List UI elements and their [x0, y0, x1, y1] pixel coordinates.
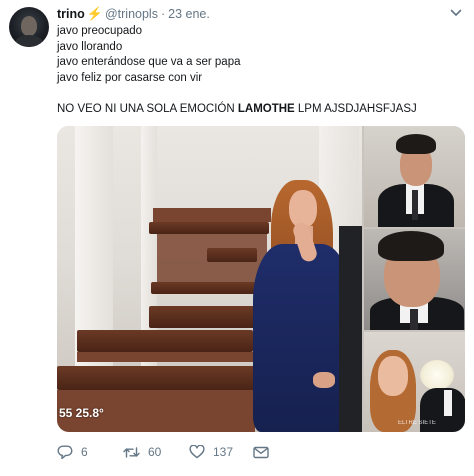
lightning-icon: ⚡	[86, 6, 103, 21]
photo-man-worried[interactable]	[364, 126, 465, 227]
separator-dot: ·	[160, 7, 166, 21]
video-overlay-text: 55 25.8°	[59, 406, 104, 420]
tweet-line: javo llorando	[57, 40, 123, 53]
tweet-line: javo enterándose que va a ser papa	[57, 56, 241, 68]
envelope-icon	[253, 446, 269, 458]
display-name[interactable]: trino	[57, 7, 85, 21]
tweet-text: javo preocupado javo llorando javo enter…	[57, 24, 465, 117]
photo-watermark: ELTRE SIETE	[398, 420, 436, 426]
photo-woman-smiling[interactable]: ELTRE SIETE	[364, 332, 465, 432]
avatar[interactable]	[9, 7, 49, 47]
tweet: trino ⚡ @trinopls · 23 ene. javo preocup…	[0, 0, 474, 476]
retweet-count: 60	[148, 445, 162, 459]
tweet-header: trino ⚡ @trinopls · 23 ene.	[57, 6, 210, 22]
tweet-line: javo feliz por casarse con vir	[57, 71, 203, 84]
reply-count: 6	[81, 445, 88, 459]
like-button[interactable]: 137	[189, 443, 233, 461]
tweet-actions: 6 60 137	[57, 443, 465, 461]
bold-word: LAMOTHE	[237, 102, 295, 115]
retweet-icon	[123, 446, 140, 458]
retweet-button[interactable]: 60	[123, 443, 161, 461]
photo-man-crying[interactable]	[364, 229, 465, 330]
chevron-down-icon[interactable]	[450, 8, 462, 18]
user-handle[interactable]: @trinopls	[105, 7, 158, 21]
like-count: 137	[213, 445, 234, 459]
media-grid[interactable]: 55 25.8° ELTRE SIETE	[57, 126, 465, 432]
reply-button[interactable]: 6	[57, 443, 88, 461]
main-photo[interactable]: 55 25.8°	[57, 126, 362, 432]
tweet-date[interactable]: 23 ene.	[168, 7, 210, 21]
reply-icon	[57, 445, 73, 459]
direct-message-button[interactable]	[253, 443, 269, 461]
tweet-line: javo preocupado	[57, 25, 143, 37]
tweet-line-emphasis: NO VEO NI UNA SOLA EMOCIÓN LAMOTHE LPM A…	[57, 102, 417, 115]
heart-icon	[189, 445, 205, 459]
